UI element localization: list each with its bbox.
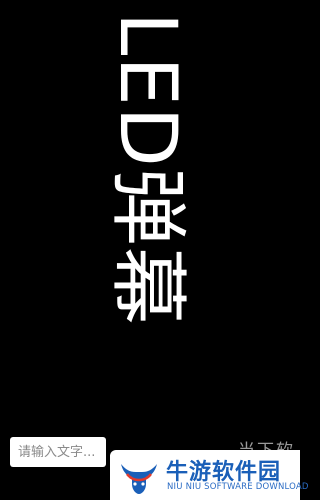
led-display-screen: LED弹幕 当下软件园 牛游软件园 NIU NIU SOFTWARE DOWNL… <box>0 0 308 500</box>
led-scrolling-text: LED弹幕 <box>102 12 192 326</box>
site-logo-badge: 牛游软件园 NIU NIU SOFTWARE DOWNLOAD <box>110 450 308 500</box>
bull-logo-icon <box>121 464 157 494</box>
logo-subtitle: NIU NIU SOFTWARE DOWNLOAD <box>167 482 309 492</box>
led-viewport: LED弹幕 <box>0 0 300 432</box>
led-text-input[interactable] <box>10 437 106 467</box>
